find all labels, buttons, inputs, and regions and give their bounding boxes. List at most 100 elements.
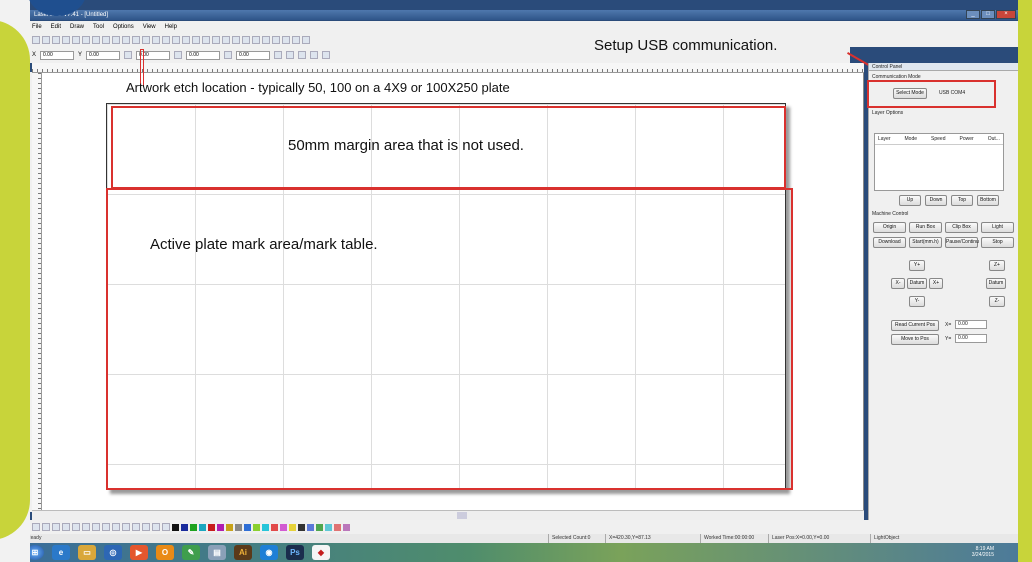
toolbar-tool-icon[interactable]: [52, 36, 60, 44]
toolbar-tool-icon[interactable]: [112, 36, 120, 44]
bottom-tool-icon[interactable]: [152, 523, 160, 531]
mirror-icon[interactable]: [322, 51, 331, 59]
ungroup-icon[interactable]: [310, 51, 319, 59]
bottom-tool-icon[interactable]: [82, 523, 90, 531]
bottom-tool-icon[interactable]: [32, 523, 40, 531]
taskbar-app-icon[interactable]: ◎: [104, 545, 122, 560]
color-swatch[interactable]: [316, 523, 323, 531]
color-swatch[interactable]: [334, 523, 341, 531]
menu-draw[interactable]: Draw: [70, 21, 84, 33]
photoshop-icon[interactable]: Ps: [286, 545, 304, 560]
bottom-tool-icon[interactable]: [132, 523, 140, 531]
horizontal-scrollbar[interactable]: [32, 510, 864, 520]
toolbar-tool-icon[interactable]: [272, 36, 280, 44]
color-swatch[interactable]: [253, 523, 260, 531]
x-pos-input[interactable]: 0.00: [955, 320, 987, 329]
group-icon[interactable]: [298, 51, 307, 59]
color-swatch[interactable]: [307, 523, 314, 531]
toolbar-tool-icon[interactable]: [192, 36, 200, 44]
jog-datum-button[interactable]: Datum: [907, 278, 927, 289]
bottom-tool-icon[interactable]: [122, 523, 130, 531]
menu-help[interactable]: Help: [165, 21, 177, 33]
z-datum-button[interactable]: Datum: [986, 278, 1006, 289]
jog-y-minus-button[interactable]: Y-: [909, 296, 925, 307]
bottom-tool-icon[interactable]: [112, 523, 120, 531]
maximize-button[interactable]: □: [981, 10, 995, 19]
color-swatch[interactable]: [280, 523, 287, 531]
illustrator-icon[interactable]: Ai: [234, 545, 252, 560]
menu-tool[interactable]: Tool: [93, 21, 104, 33]
toolbar-tool-icon[interactable]: [152, 36, 160, 44]
toolbar-tool-icon[interactable]: [252, 36, 260, 44]
bottom-tool-icon[interactable]: [142, 523, 150, 531]
color-swatch[interactable]: [181, 523, 188, 531]
color-swatch[interactable]: [190, 523, 197, 531]
menu-edit[interactable]: Edit: [51, 21, 61, 33]
files-icon[interactable]: ▤: [208, 545, 226, 560]
color-swatch[interactable]: [217, 523, 224, 531]
color-swatch[interactable]: [325, 523, 332, 531]
jog-z-minus-button[interactable]: Z-: [989, 296, 1005, 307]
jog-z-plus-button[interactable]: Z+: [989, 260, 1005, 271]
toolbar-tool-icon[interactable]: [122, 36, 130, 44]
move-to-pos-button[interactable]: Move to Pos: [891, 334, 939, 345]
machine-clip-box-button[interactable]: Clip Box: [945, 222, 978, 233]
toolbar-tool-icon[interactable]: [92, 36, 100, 44]
close-button[interactable]: ×: [996, 10, 1016, 19]
read-current-pos-button[interactable]: Read Current Pos: [891, 320, 939, 331]
color-swatch[interactable]: [289, 523, 296, 531]
color-swatch[interactable]: [226, 523, 233, 531]
jog-x-minus-button[interactable]: X-: [891, 278, 905, 289]
outlook-icon[interactable]: O: [156, 545, 174, 560]
machine-pause-continu-button[interactable]: Pause/Continu: [945, 237, 979, 248]
system-clock[interactable]: 8:19 AM 3/24/2015: [972, 546, 994, 558]
toolbar-tool-icon[interactable]: [292, 36, 300, 44]
height-field[interactable]: 0.00: [186, 50, 221, 60]
toolbar-tool-icon[interactable]: [102, 36, 110, 44]
minimize-button[interactable]: _: [966, 10, 980, 19]
media-icon[interactable]: ▶: [130, 545, 148, 560]
bottom-tool-icon[interactable]: [62, 523, 70, 531]
toolbar-tool-icon[interactable]: [162, 36, 170, 44]
toolbar-tool-icon[interactable]: [262, 36, 270, 44]
toolbar-tool-icon[interactable]: [172, 36, 180, 44]
bottom-tool-icon[interactable]: [92, 523, 100, 531]
color-swatch[interactable]: [199, 523, 206, 531]
toolbar-tool-icon[interactable]: [62, 36, 70, 44]
toolbar-tool-icon[interactable]: [132, 36, 140, 44]
color-swatch[interactable]: [208, 523, 215, 531]
color-swatch[interactable]: [235, 523, 242, 531]
layer-up-button[interactable]: Up: [899, 195, 921, 206]
chrome-icon[interactable]: ◉: [260, 545, 278, 560]
toolbar-tool-icon[interactable]: [72, 36, 80, 44]
color-swatch[interactable]: [271, 523, 278, 531]
toolbar-tool-icon[interactable]: [182, 36, 190, 44]
color-swatch[interactable]: [298, 523, 305, 531]
jog-y-plus-button[interactable]: Y+: [909, 260, 925, 271]
y-position-field[interactable]: 0.00: [86, 50, 121, 60]
toolbar-tool-icon[interactable]: [82, 36, 90, 44]
machine-download-button[interactable]: Download: [873, 237, 906, 248]
color-swatch[interactable]: [244, 523, 251, 531]
menu-options[interactable]: Options: [113, 21, 134, 33]
toolbar-tool-icon[interactable]: [212, 36, 220, 44]
layer-top-button[interactable]: Top: [951, 195, 973, 206]
align-icon[interactable]: [274, 51, 283, 59]
bottom-tool-icon[interactable]: [102, 523, 110, 531]
rotate-field[interactable]: 0.00: [236, 50, 271, 60]
toolbar-tool-icon[interactable]: [222, 36, 230, 44]
toolbar-tool-icon[interactable]: [32, 36, 40, 44]
color-swatch[interactable]: [343, 523, 350, 531]
jog-x-plus-button[interactable]: X+: [929, 278, 943, 289]
menu-view[interactable]: View: [143, 21, 156, 33]
scrollbar-thumb[interactable]: [457, 512, 467, 519]
bottom-tool-icon[interactable]: [52, 523, 60, 531]
y-pos-input[interactable]: 0.00: [955, 334, 987, 343]
lasercad-icon[interactable]: ◆: [312, 545, 330, 560]
toolbar-tool-icon[interactable]: [302, 36, 310, 44]
machine-start-mm-h--button[interactable]: Start(mm.h): [909, 237, 942, 248]
toolbar-tool-icon[interactable]: [142, 36, 150, 44]
sketch-icon[interactable]: ✎: [182, 545, 200, 560]
layer-down-button[interactable]: Down: [925, 195, 947, 206]
menu-file[interactable]: File: [32, 21, 42, 33]
